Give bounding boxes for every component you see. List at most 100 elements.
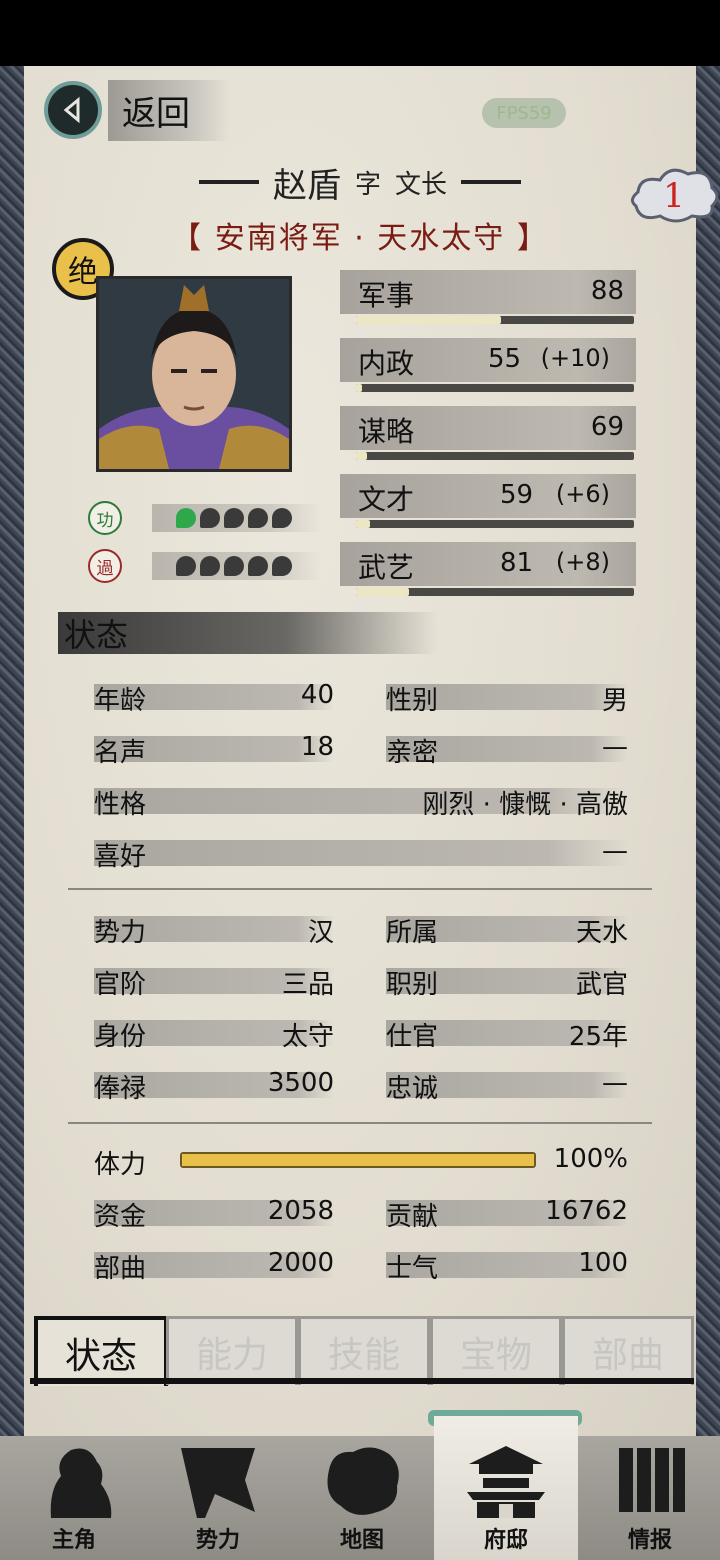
attribute-bar xyxy=(356,588,634,596)
merit-dot-icon xyxy=(176,508,196,528)
fault-dot-icon xyxy=(272,556,292,576)
hobby-row: 喜好 — xyxy=(94,836,628,872)
back-arrow-icon xyxy=(44,81,102,139)
attribute-value: 55 xyxy=(488,344,522,374)
officer-portrait xyxy=(96,276,292,472)
status-section-title: 状态 xyxy=(64,616,129,654)
attribute-bar xyxy=(356,316,634,324)
bottom-navigation: 主角 势力 地图 府邸 情报 xyxy=(0,1416,720,1560)
identity-row: 身份 太守 xyxy=(94,1018,334,1052)
attribute-value: 69 xyxy=(590,412,624,442)
attribute-label: 武艺 xyxy=(358,551,415,584)
officer-name: 赵盾 xyxy=(272,165,341,206)
post-value: 武官 xyxy=(575,970,628,1000)
faction-row: 势力 汉 xyxy=(94,914,334,948)
contribution-row: 贡献 16762 xyxy=(386,1196,628,1232)
faction-label: 势力 xyxy=(94,918,147,948)
attribute-bar xyxy=(356,452,634,460)
age-label: 年龄 xyxy=(94,686,147,716)
nav-intelligence[interactable]: 情报 xyxy=(578,1436,720,1560)
attribute-label: 谋略 xyxy=(358,415,415,448)
nav-mansion[interactable]: 府邸 xyxy=(434,1416,578,1560)
tab-status[interactable]: 状态 xyxy=(34,1316,168,1386)
tab-troops[interactable]: 部曲 xyxy=(562,1316,694,1385)
attribute-martial[interactable]: 武艺 81 (+8) xyxy=(340,542,636,600)
gender-value: 男 xyxy=(601,686,628,716)
fault-seal: 過 xyxy=(88,549,122,583)
contribution-value: 16762 xyxy=(545,1196,628,1226)
tab-skill[interactable]: 技能 xyxy=(298,1316,430,1385)
nav-faction[interactable]: 势力 xyxy=(146,1436,290,1560)
fame-row: 名声 18 xyxy=(94,732,334,768)
attribute-value: 88 xyxy=(590,276,624,306)
zi-label: 字 xyxy=(354,169,381,200)
nav-protagonist[interactable]: 主角 xyxy=(2,1436,146,1560)
faction-flag-icon xyxy=(181,1448,255,1518)
nav-label: 地图 xyxy=(339,1528,384,1553)
merit-row: 功 xyxy=(88,500,322,536)
fault-dot-icon xyxy=(200,556,220,576)
left-ornament-icon xyxy=(198,180,259,184)
merit-dot-icon xyxy=(224,508,244,528)
attribute-bar xyxy=(356,384,634,392)
belong-row: 所属 天水 xyxy=(386,914,628,948)
attribute-bar xyxy=(356,520,634,528)
tab-ability[interactable]: 能力 xyxy=(166,1316,298,1385)
age-row: 年龄 40 xyxy=(94,680,334,716)
morale-value: 100 xyxy=(578,1248,628,1278)
loyalty-label: 忠诚 xyxy=(386,1074,439,1104)
section-divider xyxy=(68,888,652,890)
faction-value: 汉 xyxy=(307,918,334,948)
merit-dot-icon xyxy=(272,508,292,528)
attribute-bonus: (+10) xyxy=(540,344,610,372)
personality-row: 性格 刚烈 · 慷慨 · 高傲 xyxy=(94,786,628,820)
fps-counter: FPS59 xyxy=(482,98,566,128)
fault-dot-icon xyxy=(224,556,244,576)
salary-value: 3500 xyxy=(267,1068,334,1098)
personality-value: 刚烈 · 慷慨 · 高傲 xyxy=(422,790,628,820)
loyalty-value: — xyxy=(602,1068,628,1098)
map-icon xyxy=(327,1447,399,1515)
attribute-politics[interactable]: 内政 55 (+10) xyxy=(340,338,636,396)
stamina-label-row: 体力 xyxy=(94,1146,174,1180)
belong-value: 天水 xyxy=(575,918,628,948)
protagonist-icon xyxy=(50,1448,112,1518)
attribute-label: 军事 xyxy=(358,279,415,312)
officer-titles: 【 安南将军 · 天水太守 】 xyxy=(171,221,549,256)
attribute-literary[interactable]: 文才 59 (+6) xyxy=(340,474,636,532)
stamina-bar xyxy=(180,1152,536,1168)
stamina-label: 体力 xyxy=(94,1150,147,1180)
belong-label: 所属 xyxy=(386,918,439,948)
intimacy-label: 亲密 xyxy=(386,738,439,768)
tab-treasure[interactable]: 宝物 xyxy=(430,1316,562,1385)
identity-label: 身份 xyxy=(94,1022,147,1052)
hobby-value: — xyxy=(602,836,628,866)
back-button[interactable]: 返回 xyxy=(44,79,240,141)
section-divider xyxy=(68,1122,652,1124)
nav-label: 府邸 xyxy=(483,1528,528,1553)
contribution-label: 贡献 xyxy=(386,1202,439,1232)
fault-row: 過 xyxy=(88,548,322,584)
attribute-strategy[interactable]: 谋略 69 xyxy=(340,406,636,464)
nav-label: 情报 xyxy=(627,1528,672,1553)
rank-badge-number: 1 xyxy=(663,176,685,216)
identity-value: 太守 xyxy=(281,1022,334,1052)
attribute-label: 文才 xyxy=(358,483,415,516)
loyalty-row: 忠诚 — xyxy=(386,1068,628,1104)
fame-value: 18 xyxy=(300,732,334,762)
attribute-military[interactable]: 军事 88 xyxy=(340,270,636,328)
stamina-value: 100% xyxy=(553,1144,628,1174)
service-label: 仕官 xyxy=(386,1022,439,1052)
nav-map[interactable]: 地图 xyxy=(290,1436,434,1560)
rank-row: 官阶 三品 xyxy=(94,966,334,1000)
service-value: 25年 xyxy=(568,1022,628,1052)
service-row: 仕官 25年 xyxy=(386,1018,628,1052)
post-label: 职别 xyxy=(386,970,439,1000)
morale-label: 士气 xyxy=(386,1254,439,1284)
intimacy-row: 亲密 — xyxy=(386,732,628,768)
merit-dot-icon xyxy=(248,508,268,528)
attribute-label: 内政 xyxy=(358,347,415,380)
mansion-icon xyxy=(467,1446,545,1518)
salary-row: 俸禄 3500 xyxy=(94,1068,334,1104)
funds-value: 2058 xyxy=(267,1196,334,1226)
